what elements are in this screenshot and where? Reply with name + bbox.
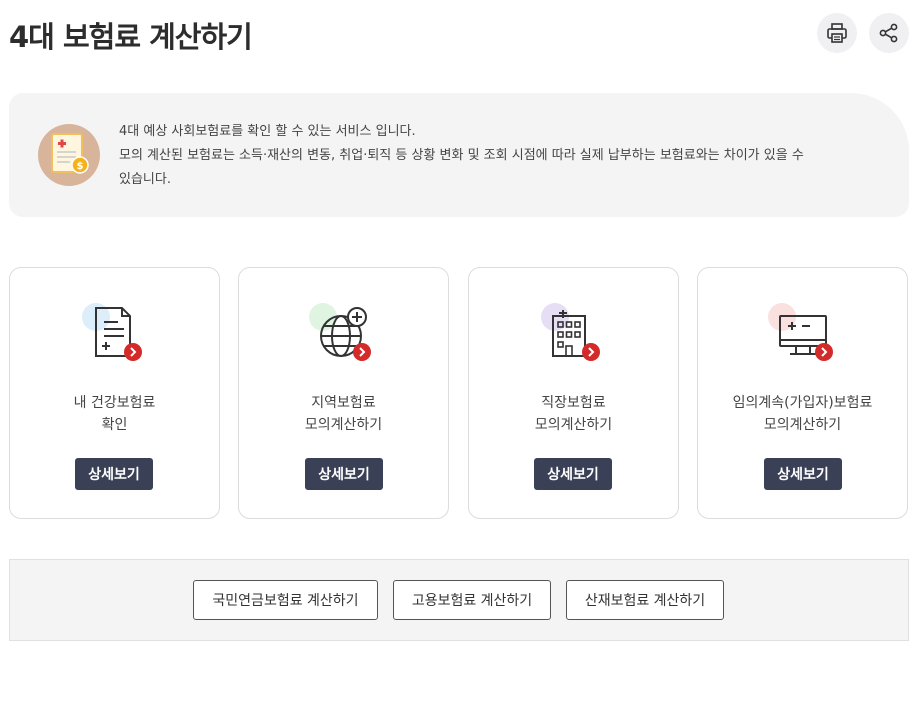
card-label-line-2: 모의계산하기 <box>763 417 842 433</box>
info-line-3: 있습니다. <box>119 172 171 187</box>
globe-icon <box>309 303 371 361</box>
building-icon <box>541 303 600 361</box>
employment-insurance-calc-button[interactable]: 고용보험료 계산하기 <box>393 580 551 620</box>
card-label-line-1: 내 건강보험료 <box>73 395 156 411</box>
document-icon <box>82 303 142 361</box>
info-text: 4대 예상 사회보험료를 확인 할 수 있는 서비스 입니다. 모의 계산된 보… <box>119 120 879 192</box>
page-title: 4대 보험료 계산하기 <box>9 20 253 54</box>
share-button[interactable] <box>869 13 909 53</box>
share-icon <box>879 23 898 43</box>
monitor-calculator-icon <box>768 303 833 361</box>
info-line-2: 모의 계산된 보험료는 소득·재산의 변동, 취업·퇴직 등 상황 변화 및 조… <box>119 148 804 163</box>
industrial-accident-calc-button[interactable]: 산재보험료 계산하기 <box>566 580 724 620</box>
print-icon <box>827 23 847 43</box>
info-box: $ 4대 예상 사회보험료를 확인 할 수 있는 서비스 입니다. 모의 계산된… <box>9 93 909 217</box>
card-label: 내 건강보험료 확인 <box>10 392 219 436</box>
svg-text:$: $ <box>77 161 84 172</box>
card-label-line-1: 직장보험료 <box>541 395 606 411</box>
detail-button[interactable]: 상세보기 <box>534 458 612 490</box>
card-label-line-1: 임의계속(가입자)보험료 <box>732 395 873 411</box>
card-label: 임의계속(가입자)보험료 모의계산하기 <box>698 392 907 436</box>
card-label-line-2: 모의계산하기 <box>304 417 383 433</box>
card-health-insurance: 내 건강보험료 확인 상세보기 <box>9 267 220 519</box>
insurance-document-coin-icon: $ <box>38 124 100 186</box>
print-button[interactable] <box>817 13 857 53</box>
detail-button[interactable]: 상세보기 <box>764 458 842 490</box>
detail-button[interactable]: 상세보기 <box>75 458 153 490</box>
card-workplace-insurance: 직장보험료 모의계산하기 상세보기 <box>468 267 679 519</box>
detail-button[interactable]: 상세보기 <box>305 458 383 490</box>
calculator-links-box: 국민연금보험료 계산하기 고용보험료 계산하기 산재보험료 계산하기 <box>9 559 909 641</box>
card-regional-insurance: 지역보험료 모의계산하기 상세보기 <box>238 267 449 519</box>
national-pension-calc-button[interactable]: 국민연금보험료 계산하기 <box>193 580 378 620</box>
card-label: 직장보험료 모의계산하기 <box>469 392 678 436</box>
card-label-line-2: 모의계산하기 <box>534 417 613 433</box>
card-label-line-1: 지역보험료 <box>311 395 376 411</box>
info-line-1: 4대 예상 사회보험료를 확인 할 수 있는 서비스 입니다. <box>119 124 416 139</box>
card-voluntary-insurance: 임의계속(가입자)보험료 모의계산하기 상세보기 <box>697 267 908 519</box>
card-label-line-2: 확인 <box>101 417 128 433</box>
card-label: 지역보험료 모의계산하기 <box>239 392 448 436</box>
